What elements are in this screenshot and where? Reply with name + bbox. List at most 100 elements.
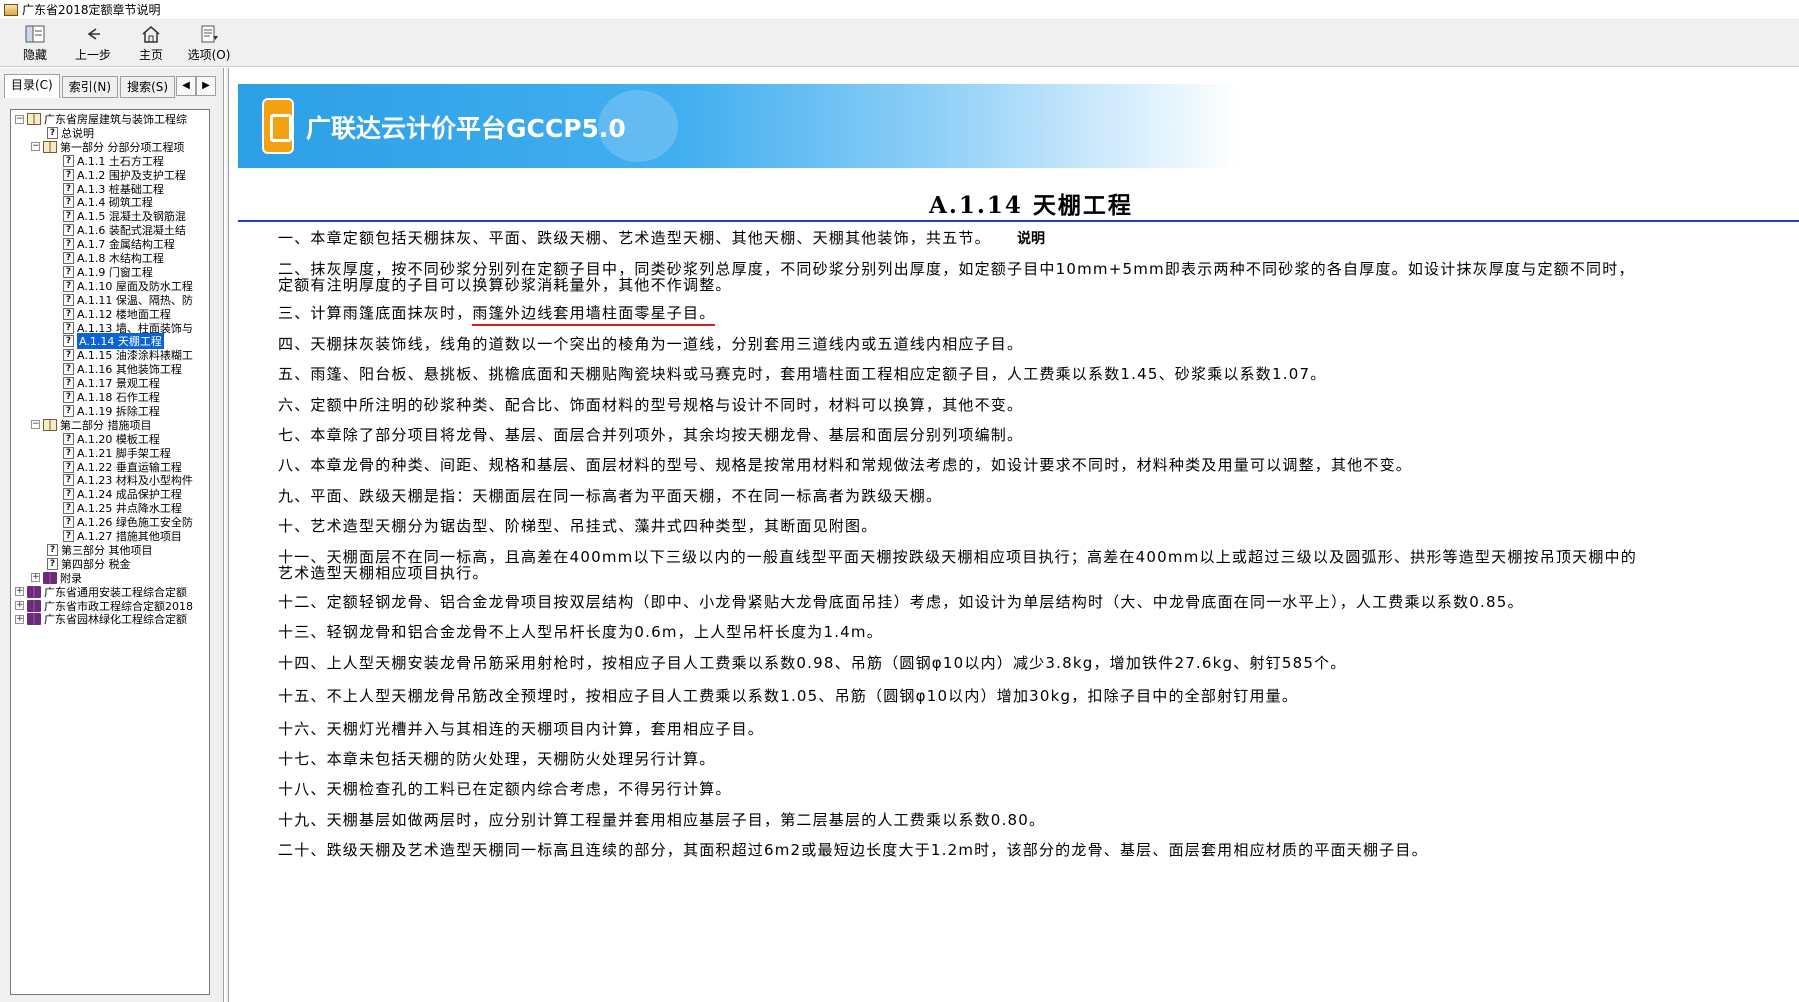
options-label: 选项(O)	[187, 47, 231, 62]
paragraph-text: 一、本章定额包括天棚抹灰、平面、跌级天棚、艺术造型天棚、其他天棚、天棚其他装饰，…	[278, 229, 991, 247]
help-page-icon: ?	[63, 238, 74, 251]
window-title: 广东省2018定额章节说明	[22, 3, 161, 17]
help-page-icon: ?	[63, 446, 74, 459]
paragraph-text: 十二、定额轻钢龙骨、铝合金龙骨项目按双层结构（即中、小龙骨紧贴大龙骨底面吊挂）考…	[278, 593, 1524, 611]
paragraph-text: 八、本章龙骨的种类、间距、规格和基层、面层材料的型号、规格是按常用材料和常规做法…	[278, 456, 1413, 474]
paragraph: 十八、天棚检查孔的工料已在定额内综合考虑，不得另行计算。	[278, 781, 732, 797]
back-label: 上一步	[74, 47, 111, 62]
paragraph: 十四、上人型天棚安装龙骨吊筋采用射枪时，按相应子目人工费乘以系数0.98、吊筋（…	[278, 655, 1347, 671]
paragraph-text: 三、计算雨篷底面抹灰时，	[278, 304, 473, 322]
home-icon	[139, 24, 163, 44]
book-closed-icon	[43, 571, 57, 584]
help-page-icon: ?	[47, 543, 58, 556]
paragraph-text: 十九、天棚基层如做两层时，应分别计算工程量并套用相应基层子目，第二层基层的人工费…	[278, 811, 1046, 829]
expand-icon[interactable]: +	[15, 587, 24, 597]
tree-item-label: 广东省园林绿化工程综合定额	[44, 613, 187, 627]
paragraph: 十七、本章未包括天棚的防火处理，天棚防火处理另行计算。	[278, 751, 715, 767]
help-page-icon: ?	[63, 154, 74, 167]
nav-tabs: 目录(C) 索引(N) 搜索(S)	[4, 74, 177, 98]
help-page-icon: ?	[47, 126, 58, 139]
paragraph-text: 十七、本章未包括天棚的防火处理，天棚防火处理另行计算。	[278, 750, 716, 768]
help-page-icon: ?	[63, 404, 74, 417]
contents-tree[interactable]: − 广东省房屋建筑与装饰工程综? 总说明 − 第一部分 分部分项工程项? A.1.1 土石…	[10, 109, 210, 995]
paragraph-text: 二、抹灰厚度，按不同砂浆分别列在定额子目中，同类砂浆列总厚度，不同砂浆分别列出厚…	[278, 260, 1635, 278]
tree-item[interactable]: + 广东省园林绿化工程综合定额	[15, 611, 187, 627]
paragraph-text: 十六、天棚灯光槽并入与其相连的天棚项目内计算，套用相应子目。	[278, 720, 765, 738]
expand-icon[interactable]: +	[15, 601, 24, 610]
book-closed-icon	[27, 613, 41, 626]
help-page-icon: ?	[63, 321, 74, 334]
paragraph-text: 十一、天棚面层不在同一标高，且高差在400mm以下三级以内的一般直线型平面天棚按…	[278, 548, 1637, 566]
help-page-icon: ?	[63, 432, 74, 445]
paragraph: 十五、不上人型天棚龙骨吊筋改全预埋时，按相应子目人工费乘以系数1.05、吊筋（圆…	[278, 688, 1298, 704]
paragraph: 四、天棚抹灰装饰线，线角的道数以一个突出的棱角为一道线，分别套用三道线内或五道线…	[278, 336, 1023, 352]
red-underlined-text: 雨篷外边线套用墙柱面零星子目。	[472, 304, 716, 326]
banner-title: 广联达云计价平台GCCP5.0	[306, 114, 626, 143]
help-page-icon: ?	[63, 349, 74, 362]
paragraph-text: 十、艺术造型天棚分为锯齿型、阶梯型、吊挂式、藻井式四种类型，其断面见附图。	[278, 517, 878, 535]
hide-button[interactable]: 隐藏	[6, 20, 64, 66]
expand-icon[interactable]: +	[15, 614, 24, 624]
paragraph-text: 艺术造型天棚相应项目执行。	[278, 564, 489, 582]
tree-item[interactable]: − 广东省房屋建筑与装饰工程综	[15, 111, 187, 127]
tab-search[interactable]: 搜索(S)	[120, 76, 176, 98]
toolbar: 隐藏 上一步 主页 选项(O)	[0, 20, 1799, 67]
help-page-icon: ?	[47, 557, 58, 570]
pane-splitter[interactable]	[225, 68, 229, 1002]
paragraph: 七、本章除了部分项目将龙骨、基层、面层合并列项外，其余均按天棚龙骨、基层和面层分…	[278, 427, 1023, 443]
title-rule	[238, 220, 1799, 222]
paragraph-text: 十五、不上人型天棚龙骨吊筋改全预埋时，按相应子目人工费乘以系数1.05、吊筋（圆…	[278, 687, 1299, 705]
paragraph-text: 十四、上人型天棚安装龙骨吊筋采用射枪时，按相应子目人工费乘以系数0.98、吊筋（…	[278, 654, 1347, 672]
help-page-icon: ?	[63, 182, 74, 195]
help-page-icon: ?	[63, 363, 74, 376]
book-open-icon	[27, 113, 41, 125]
options-button[interactable]: 选项(O)	[180, 20, 238, 66]
paragraph: 二、抹灰厚度，按不同砂浆分别列在定额子目中，同类砂浆列总厚度，不同砂浆分别列出厚…	[278, 261, 1799, 293]
collapse-icon[interactable]: −	[31, 142, 40, 152]
help-page-icon: ?	[63, 530, 74, 542]
home-label: 主页	[138, 47, 163, 62]
tab-scroll-right-icon[interactable]: ▶	[196, 76, 216, 96]
help-page-icon: ?	[63, 307, 74, 320]
help-page-icon: ?	[63, 252, 74, 264]
glodon-logo-icon	[262, 98, 294, 154]
help-page-icon: ?	[63, 335, 74, 348]
paragraph: 九、平面、跌级天棚是指：天棚面层在同一标高者为平面天棚，不在同一标高者为跌级天棚…	[278, 488, 942, 504]
tab-scroll-left-icon[interactable]: ◀	[176, 76, 196, 96]
book-open-icon	[43, 418, 57, 431]
tab-index[interactable]: 索引(N)	[61, 76, 119, 98]
collapse-icon[interactable]: −	[31, 420, 40, 430]
paragraph-text: 十三、轻钢龙骨和铝合金龙骨不上人型吊杆长度为0.6m，上人型吊杆长度为1.4m。	[278, 623, 883, 641]
paragraph-text: 四、天棚抹灰装饰线，线角的道数以一个突出的棱角为一道线，分别套用三道线内或五道线…	[278, 335, 1024, 353]
hide-icon	[23, 24, 47, 44]
paragraph: 十、艺术造型天棚分为锯齿型、阶梯型、吊挂式、藻井式四种类型，其断面见附图。	[278, 518, 877, 534]
home-button[interactable]: 主页	[122, 20, 180, 66]
paragraph: 十二、定额轻钢龙骨、铝合金龙骨项目按双层结构（即中、小龙骨紧贴大龙骨底面吊挂）考…	[278, 594, 1524, 610]
options-icon	[197, 24, 221, 44]
paragraph-text: 十八、天棚检查孔的工料已在定额内综合考虑，不得另行计算。	[278, 780, 732, 798]
banner: 广联达云计价平台GCCP5.0	[238, 84, 1238, 168]
help-page-icon: ?	[63, 210, 74, 223]
collapse-icon[interactable]: −	[15, 114, 24, 124]
book-closed-icon	[27, 599, 41, 612]
help-page-icon: ?	[63, 168, 74, 181]
help-page-icon: ?	[63, 474, 74, 487]
hide-label: 隐藏	[22, 47, 47, 62]
paragraph: 六、定额中所注明的砂浆种类、配合比、饰面材料的型号规格与设计不同时，材料可以换算…	[278, 397, 1023, 413]
expand-icon[interactable]: +	[31, 573, 40, 583]
paragraph: 二十、跌级天棚及艺术造型天棚同一标高且连续的部分，其面积超过6m2或最短边长度大…	[278, 842, 1428, 858]
tab-contents[interactable]: 目录(C)	[4, 74, 60, 98]
back-button[interactable]: 上一步	[64, 20, 122, 66]
paragraph: 十九、天棚基层如做两层时，应分别计算工程量并套用相应基层子目，第二层基层的人工费…	[278, 812, 1045, 828]
page-title: A.1.14 天棚工程	[929, 192, 1133, 219]
help-page-icon: ?	[63, 391, 74, 403]
app-icon	[4, 3, 18, 16]
paragraph-text: 九、平面、跌级天棚是指：天棚面层在同一标高者为平面天棚，不在同一标高者为跌级天棚…	[278, 487, 943, 505]
help-page-icon: ?	[63, 516, 74, 529]
book-closed-icon	[27, 585, 41, 598]
paragraph-text: 二十、跌级天棚及艺术造型天棚同一标高且连续的部分，其面积超过6m2或最短边长度大…	[278, 841, 1428, 859]
navigation-pane: 目录(C) 索引(N) 搜索(S) ◀ ▶ − 广东省房屋建筑与装饰工程综? 总说明…	[0, 68, 224, 1002]
paragraph: 五、雨篷、阳台板、悬挑板、挑檐底面和天棚贴陶瓷块料或马赛克时，套用墙柱面工程相应…	[278, 366, 1326, 382]
help-page-icon: ?	[63, 196, 74, 209]
tab-scroll-arrows: ◀ ▶	[176, 76, 216, 96]
